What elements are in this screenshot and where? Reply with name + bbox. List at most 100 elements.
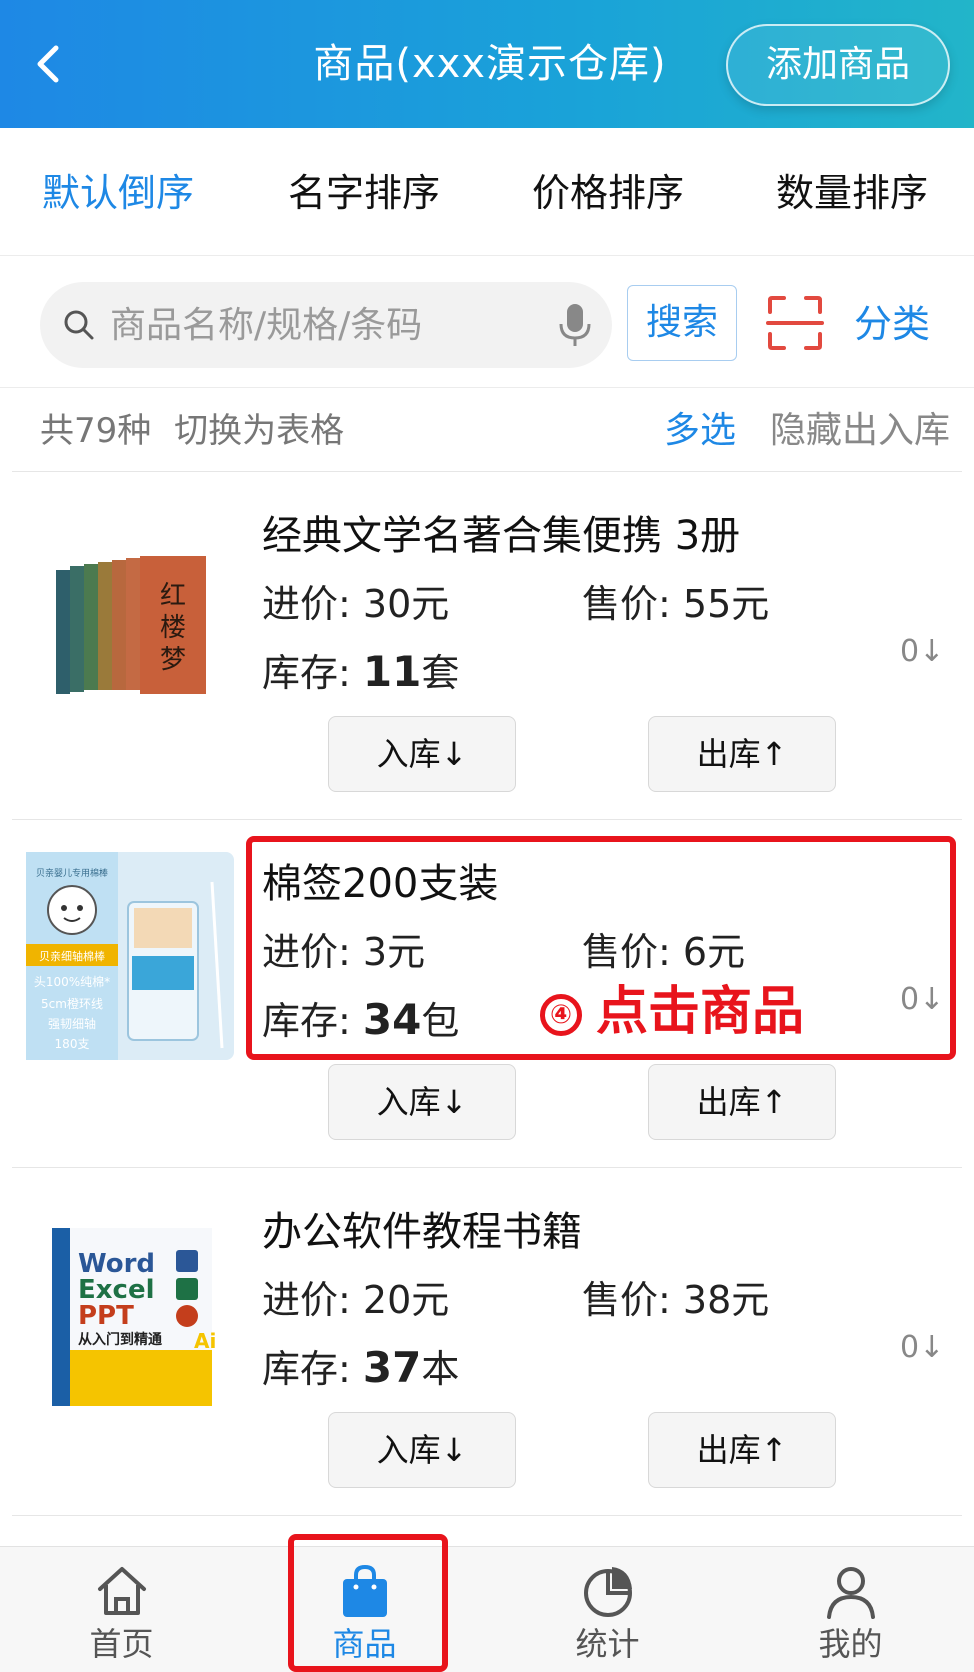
sort-tabs: 默认倒序 名字排序 价格排序 数量排序 bbox=[0, 128, 974, 256]
step-number: ④ bbox=[540, 994, 582, 1036]
stock-label: 库存: bbox=[262, 1347, 351, 1391]
buy-price: 进价: 30元 bbox=[262, 578, 449, 630]
stock-unit: 套 bbox=[421, 651, 460, 695]
add-product-button[interactable]: 添加商品 bbox=[726, 24, 950, 106]
office-book-thumbnail: Word Excel PPT 从入门到精通 Ai bbox=[26, 1200, 234, 1408]
shopping-bag-icon bbox=[343, 1564, 387, 1617]
search-input[interactable] bbox=[110, 282, 540, 368]
divider bbox=[12, 1515, 962, 1516]
thumb-title-char3: 梦 bbox=[160, 645, 186, 675]
pending-count: 0↓ bbox=[900, 982, 945, 1017]
nav-label: 首页 bbox=[89, 1625, 154, 1663]
pie-chart-icon bbox=[584, 1567, 632, 1617]
thumb-text: 头100%纯棉* bbox=[34, 975, 110, 989]
buy-price: 进价: 20元 bbox=[262, 1274, 449, 1326]
search-button[interactable]: 搜索 bbox=[627, 285, 737, 361]
scan-icon[interactable] bbox=[766, 294, 824, 352]
stock-label: 库存: bbox=[262, 999, 351, 1043]
tab-price-sort[interactable]: 价格排序 bbox=[532, 168, 684, 218]
stock-in-button[interactable]: 入库↓ bbox=[328, 1412, 516, 1488]
multi-select-link[interactable]: 多选 bbox=[664, 410, 736, 452]
buy-price: 进价: 3元 bbox=[262, 926, 425, 978]
buy-price-label: 进价: bbox=[262, 1278, 351, 1322]
nav-label: 统计 bbox=[575, 1625, 640, 1663]
nav-label: 我的 bbox=[818, 1625, 883, 1663]
search-row: 搜索 分类 bbox=[0, 256, 974, 388]
stock-out-button[interactable]: 出库↑ bbox=[648, 1064, 836, 1140]
nav-profile[interactable]: 我的 bbox=[729, 1547, 972, 1672]
product-card[interactable]: Word Excel PPT 从入门到精通 Ai 办公软件教程书籍 进价: 20… bbox=[0, 1168, 974, 1516]
product-name: 棉签200支装 bbox=[262, 861, 499, 907]
buy-price-value: 30元 bbox=[362, 582, 450, 626]
back-arrow-icon bbox=[37, 45, 59, 83]
sell-price-value: 55元 bbox=[682, 582, 770, 626]
thumb-text: 贝亲婴儿专用棉棒 bbox=[36, 867, 108, 879]
thumb-text: 5cm橙环线 bbox=[41, 996, 103, 1011]
thumb-title-char2: 楼 bbox=[160, 613, 186, 643]
sell-price: 售价: 6元 bbox=[582, 926, 745, 978]
buy-price-value: 20元 bbox=[362, 1278, 450, 1322]
buy-price-value: 3元 bbox=[362, 930, 426, 974]
product-name: 办公软件教程书籍 bbox=[262, 1209, 582, 1255]
home-icon bbox=[98, 1567, 146, 1615]
thumb-text: 从入门到精通 bbox=[78, 1331, 162, 1348]
thumb-text: Ai bbox=[194, 1329, 216, 1353]
product-card[interactable]: 红 楼 梦 经典文学名著合集便携 3册 进价: 30元 售价: 55元 库存: … bbox=[0, 472, 974, 820]
tab-default-desc[interactable]: 默认倒序 bbox=[42, 168, 194, 218]
buy-price-label: 进价: bbox=[262, 582, 351, 626]
stock: 库存: 34包 bbox=[262, 994, 459, 1047]
sell-price-value: 38元 bbox=[682, 1278, 770, 1322]
book-set-thumbnail: 红 楼 梦 bbox=[26, 504, 234, 712]
header-bar: 商品(xxx演示仓库) 添加商品 bbox=[0, 0, 974, 128]
search-icon bbox=[64, 310, 94, 340]
list-info-bar: 共79种 切换为表格 多选 隐藏出入库 bbox=[0, 388, 974, 472]
stock-number: 37 bbox=[362, 1343, 422, 1392]
stock-in-button[interactable]: 入库↓ bbox=[328, 1064, 516, 1140]
app-screen: 商品(xxx演示仓库) 添加商品 默认倒序 名字排序 价格排序 数量排序 搜索 bbox=[0, 0, 974, 1672]
sell-price-value: 6元 bbox=[682, 930, 746, 974]
nav-home[interactable]: 首页 bbox=[0, 1547, 243, 1672]
instruction-annotation: ④ 点击商品 bbox=[540, 980, 804, 1044]
product-count: 共79种 切换为表格 bbox=[40, 410, 344, 452]
tab-quantity-sort[interactable]: 数量排序 bbox=[776, 168, 928, 218]
page-title: 商品(xxx演示仓库) bbox=[313, 41, 667, 87]
thumb-text: 强韧细轴 bbox=[48, 1016, 96, 1031]
nav-label: 商品 bbox=[332, 1625, 397, 1663]
pending-count: 0↓ bbox=[900, 1330, 945, 1365]
toggle-table-link[interactable]: 切换为表格 bbox=[174, 411, 344, 451]
microphone-icon[interactable] bbox=[550, 300, 600, 350]
stock-number: 11 bbox=[362, 647, 422, 696]
nav-products[interactable]: 商品 bbox=[243, 1547, 486, 1672]
pending-count: 0↓ bbox=[900, 634, 945, 669]
thumb-text: 贝亲细轴棉棒 bbox=[39, 949, 105, 963]
stock-unit: 本 bbox=[421, 1347, 460, 1391]
stock: 库存: 37本 bbox=[262, 1342, 459, 1395]
category-link[interactable]: 分类 bbox=[854, 296, 930, 352]
product-card[interactable]: 贝亲细轴棉棒 头100%纯棉* 5cm橙环线 强韧细轴 180支 贝亲婴儿专用棉… bbox=[0, 820, 974, 1168]
tab-name-sort[interactable]: 名字排序 bbox=[288, 168, 440, 218]
buy-price-label: 进价: bbox=[262, 930, 351, 974]
thumb-title-char1: 红 bbox=[160, 581, 186, 611]
stock-out-button[interactable]: 出库↑ bbox=[648, 1412, 836, 1488]
nav-statistics[interactable]: 统计 bbox=[486, 1547, 729, 1672]
thumb-text: PPT bbox=[78, 1301, 134, 1331]
stock-out-button[interactable]: 出库↑ bbox=[648, 716, 836, 792]
back-button[interactable] bbox=[22, 34, 82, 94]
sell-price: 售价: 55元 bbox=[582, 578, 769, 630]
product-name: 经典文学名著合集便携 3册 bbox=[262, 513, 741, 559]
stock-number: 34 bbox=[362, 995, 422, 1044]
thumb-text: 180支 bbox=[55, 1037, 90, 1051]
stock-label: 库存: bbox=[262, 651, 351, 695]
search-box bbox=[40, 282, 612, 368]
stock-unit: 包 bbox=[421, 999, 460, 1043]
cotton-swab-thumbnail: 贝亲细轴棉棒 头100%纯棉* 5cm橙环线 强韧细轴 180支 贝亲婴儿专用棉… bbox=[26, 852, 234, 1060]
hide-io-link[interactable]: 隐藏出入库 bbox=[770, 410, 950, 452]
count-text: 共79种 bbox=[40, 411, 152, 451]
stock-in-button[interactable]: 入库↓ bbox=[328, 716, 516, 792]
user-icon bbox=[827, 1567, 875, 1619]
instruction-text: 点击商品 bbox=[596, 982, 805, 1042]
sell-price-label: 售价: bbox=[582, 1278, 671, 1322]
sell-price-label: 售价: bbox=[582, 930, 671, 974]
sell-price: 售价: 38元 bbox=[582, 1274, 769, 1326]
sell-price-label: 售价: bbox=[582, 582, 671, 626]
